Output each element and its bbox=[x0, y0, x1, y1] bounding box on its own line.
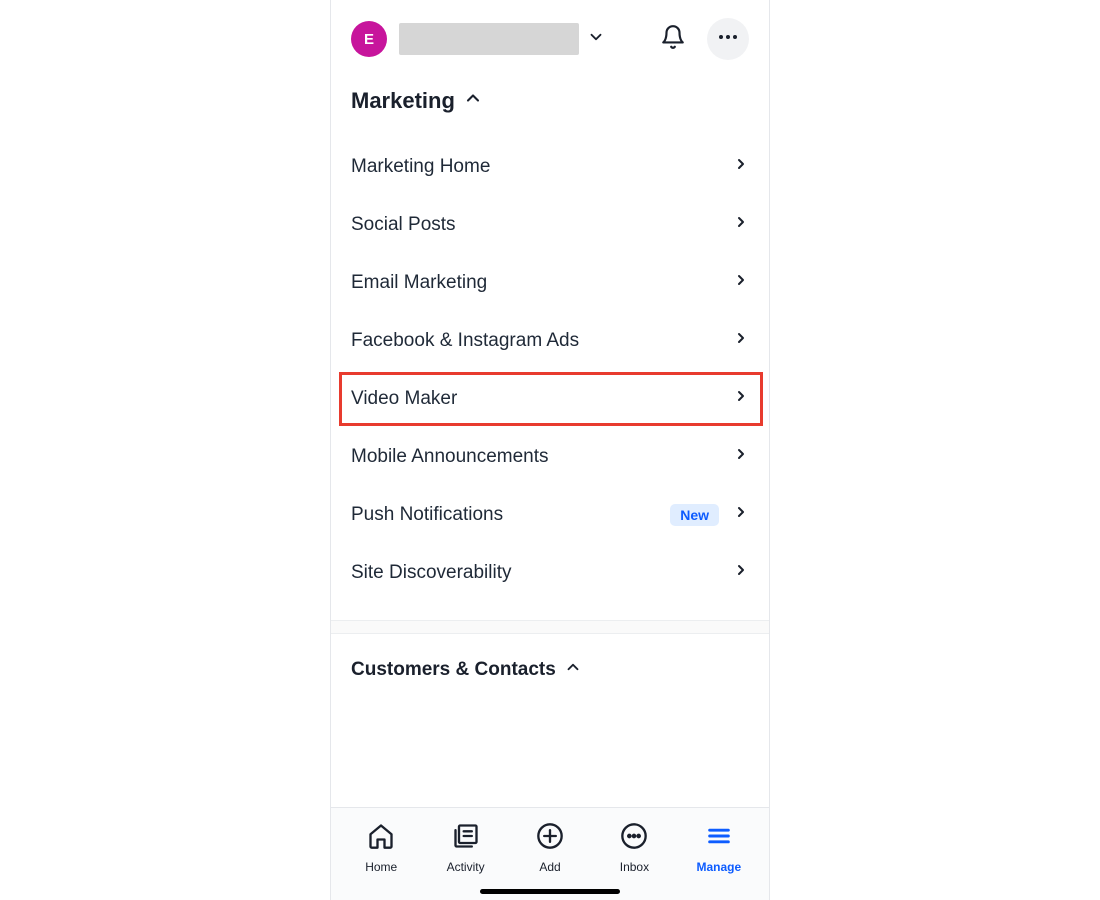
menu-item-social-posts[interactable]: Social Posts bbox=[331, 196, 769, 254]
top-actions bbox=[655, 18, 749, 60]
home-icon bbox=[367, 822, 395, 855]
menu-label: Marketing Home bbox=[351, 156, 490, 178]
section-title: Customers & Contacts bbox=[351, 659, 556, 681]
section-title: Marketing bbox=[351, 88, 455, 114]
nav-manage[interactable]: Manage bbox=[677, 822, 761, 874]
chevron-right-icon bbox=[733, 446, 749, 468]
section-divider bbox=[331, 620, 769, 634]
menu-label: Mobile Announcements bbox=[351, 446, 549, 468]
menu-item-mobile-announcements[interactable]: Mobile Announcements bbox=[331, 428, 769, 486]
chevron-right-icon bbox=[733, 214, 749, 236]
menu-item-facebook-instagram-ads[interactable]: Facebook & Instagram Ads bbox=[331, 312, 769, 370]
menu-item-push-notifications[interactable]: Push Notifications New bbox=[331, 486, 769, 544]
nav-label: Add bbox=[539, 860, 560, 874]
nav-label: Home bbox=[365, 860, 397, 874]
menu-icon bbox=[705, 822, 733, 855]
top-bar: E bbox=[331, 0, 769, 70]
bottom-nav: Home Activity Add Inbox bbox=[331, 807, 769, 900]
menu-item-video-maker[interactable]: Video Maker bbox=[331, 370, 769, 428]
activity-icon bbox=[452, 822, 480, 855]
chevron-up-icon bbox=[564, 658, 582, 682]
more-button[interactable] bbox=[707, 18, 749, 60]
menu-label: Site Discoverability bbox=[351, 562, 512, 584]
chevron-down-icon[interactable] bbox=[587, 28, 605, 51]
chevron-right-icon bbox=[733, 388, 749, 410]
menu-label: Facebook & Instagram Ads bbox=[351, 330, 579, 352]
app-screen: E Marketing Marketing Home bbox=[330, 0, 770, 900]
chevron-right-icon bbox=[733, 272, 749, 294]
menu-label: Email Marketing bbox=[351, 272, 487, 294]
chevron-right-icon bbox=[733, 330, 749, 352]
nav-add[interactable]: Add bbox=[508, 822, 592, 874]
menu-label: Social Posts bbox=[351, 214, 456, 236]
marketing-menu: Marketing Home Social Posts Email Market… bbox=[331, 138, 769, 602]
home-indicator bbox=[480, 889, 620, 894]
nav-label: Manage bbox=[696, 860, 741, 874]
add-icon bbox=[536, 822, 564, 855]
nav-inbox[interactable]: Inbox bbox=[592, 822, 676, 874]
nav-label: Inbox bbox=[620, 860, 649, 874]
menu-label: Video Maker bbox=[351, 388, 457, 410]
section-header-customers[interactable]: Customers & Contacts bbox=[331, 634, 769, 706]
menu-item-email-marketing[interactable]: Email Marketing bbox=[331, 254, 769, 312]
menu-item-marketing-home[interactable]: Marketing Home bbox=[331, 138, 769, 196]
nav-label: Activity bbox=[447, 860, 485, 874]
bell-icon bbox=[660, 24, 686, 55]
chevron-right-icon bbox=[733, 504, 749, 526]
inbox-icon bbox=[620, 822, 648, 855]
nav-home[interactable]: Home bbox=[339, 822, 423, 874]
section-header-marketing[interactable]: Marketing bbox=[331, 70, 769, 138]
chevron-up-icon bbox=[463, 88, 483, 114]
menu-label: Push Notifications bbox=[351, 504, 503, 526]
avatar[interactable]: E bbox=[351, 21, 387, 57]
chevron-right-icon bbox=[733, 562, 749, 584]
site-name-redacted[interactable] bbox=[399, 23, 579, 55]
nav-activity[interactable]: Activity bbox=[423, 822, 507, 874]
new-badge: New bbox=[670, 504, 719, 526]
chevron-right-icon bbox=[733, 156, 749, 178]
more-horizontal-icon bbox=[716, 25, 740, 54]
menu-item-site-discoverability[interactable]: Site Discoverability bbox=[331, 544, 769, 602]
notifications-button[interactable] bbox=[655, 21, 691, 57]
